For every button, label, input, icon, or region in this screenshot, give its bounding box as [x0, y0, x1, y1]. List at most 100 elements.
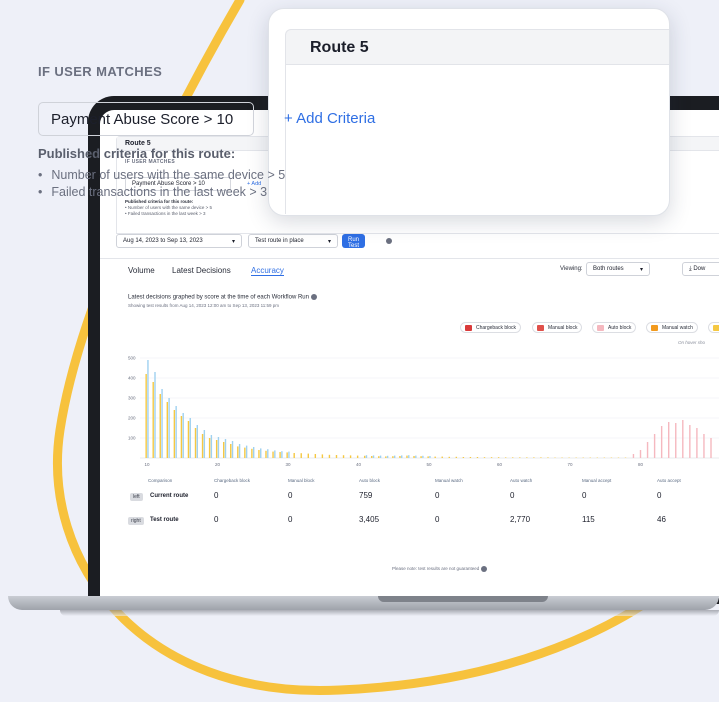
chart-bar — [245, 445, 248, 458]
table-cell: 759 — [359, 491, 373, 500]
legend-manual-watch[interactable]: Manual watch — [646, 322, 698, 333]
chart-bar — [272, 451, 274, 458]
y-tick-label: 100 — [128, 436, 136, 441]
chart-bar — [406, 455, 408, 458]
x-tick-label: 30 — [286, 462, 292, 467]
chart-bar — [434, 456, 436, 458]
tab-volume[interactable]: Volume — [128, 266, 155, 275]
row-tag: right — [128, 517, 144, 525]
chart-bar — [267, 449, 269, 458]
chart-bar — [490, 457, 493, 458]
published-item: Number of users with the same device > 5 — [127, 205, 212, 210]
chart-bar — [386, 455, 389, 458]
chart-bar — [166, 402, 168, 458]
chart-bar — [415, 455, 417, 458]
chevron-down-icon: ▾ — [639, 267, 643, 273]
chart-bar — [152, 382, 154, 458]
mode-select[interactable]: Test route in place ▾ — [248, 234, 338, 248]
date-range-value: Aug 14, 2023 to Sep 13, 2023 — [123, 238, 203, 244]
chart-bar — [469, 457, 472, 458]
published-item: Failed transactions in the last week > 3 — [38, 185, 267, 199]
chevron-down-icon: ▾ — [327, 239, 331, 245]
route-card-body — [285, 64, 669, 214]
add-criteria-link[interactable]: + Add Criteria — [284, 110, 375, 127]
chart-subtitle: Showing test results from Aug 14, 2023 1… — [128, 303, 280, 308]
chart-bar — [462, 457, 465, 458]
table-cell: 0 — [214, 491, 219, 500]
y-tick-label: 300 — [128, 396, 136, 401]
chart-bar — [217, 437, 220, 458]
chart-bar — [413, 456, 415, 458]
tab-accuracy[interactable]: Accuracy — [251, 266, 284, 276]
legend-manual-block[interactable]: Manual block — [532, 322, 583, 333]
checkbox-icon — [713, 325, 719, 331]
divider — [100, 258, 719, 259]
chart-bar — [668, 422, 670, 458]
chart-bar — [307, 453, 309, 458]
date-range-select[interactable]: Aug 14, 2023 to Sep 13, 2023 ▾ — [116, 234, 242, 248]
download-label: Dow — [693, 266, 706, 272]
info-icon[interactable] — [481, 566, 488, 572]
chart-bar — [274, 450, 276, 458]
chart-bar — [224, 439, 227, 458]
viewing-select[interactable]: Both routes ▾ — [586, 262, 650, 276]
table-cell: 0 — [288, 515, 293, 524]
chart-bar — [427, 456, 429, 458]
legend-label: Auto block — [608, 325, 632, 331]
chart-bar — [300, 453, 302, 458]
chart-bar — [675, 423, 677, 458]
chart-bar — [399, 456, 401, 458]
column-header: Chargeback block — [214, 478, 251, 483]
chart-bar — [321, 454, 324, 458]
mode-value: Test route in place — [255, 238, 304, 244]
chart-bar — [483, 457, 486, 458]
route-title: Route 5 — [285, 29, 669, 65]
table-cell: 0 — [510, 491, 515, 500]
chart-bar — [703, 434, 705, 458]
info-icon[interactable] — [386, 238, 392, 244]
chart-bar — [512, 457, 514, 458]
chart-bar — [420, 456, 422, 458]
download-button[interactable]: ⤓ Dow — [682, 262, 719, 276]
disclaimer-text: Please note: test results are not guaran… — [392, 566, 480, 572]
chart-bar — [244, 447, 246, 458]
chart-bar — [168, 398, 170, 458]
chart-bar — [378, 456, 380, 458]
chart-bar — [455, 456, 458, 458]
info-icon[interactable] — [310, 294, 317, 300]
published-criteria: Published criteria for this route: • Num… — [125, 199, 212, 216]
chart-bar — [342, 455, 345, 458]
column-header: Auto watch — [510, 478, 533, 483]
published-title: Published criteria for this route: — [125, 199, 194, 204]
decisions-chart: 100 200 300 400 500 10 20 30 40 50 60 70 80 — [128, 356, 719, 467]
chart-bar — [180, 416, 183, 458]
legend-label: Chargeback block — [476, 325, 517, 331]
chart-bar — [258, 450, 260, 458]
chart-bar — [260, 448, 262, 458]
table-cell: 46 — [657, 515, 666, 524]
x-tick-label: 60 — [497, 462, 503, 467]
legend-chargeback-block[interactable]: Chargeback block — [460, 322, 522, 333]
chart-bar — [639, 450, 642, 458]
chart-bar — [660, 426, 663, 458]
section-label: IF USER MATCHES — [38, 64, 163, 79]
chart-bar — [540, 457, 542, 458]
table-cell: 0 — [582, 491, 587, 500]
chart-bar — [365, 455, 368, 458]
chart-bar — [328, 454, 331, 458]
chart-bar — [279, 452, 281, 458]
chart-bar — [187, 421, 190, 458]
x-tick-label: 40 — [356, 462, 362, 467]
criteria-input[interactable]: Payment Abuse Score > 10 — [38, 102, 254, 136]
tab-latest-decisions[interactable]: Latest Decisions — [172, 266, 231, 275]
legend-auto-accept[interactable] — [708, 322, 719, 333]
chart-bar — [448, 456, 450, 458]
chart-bar — [497, 457, 500, 458]
legend-auto-block[interactable]: Auto block — [592, 322, 637, 333]
row-label: Test route — [150, 517, 179, 523]
chart-bar — [646, 442, 649, 458]
chart-bar — [653, 434, 656, 458]
published-item: Failed transactions in the last week > 3 — [127, 211, 206, 216]
chart-bar — [210, 435, 213, 458]
run-test-button[interactable]: Run Test — [342, 234, 366, 249]
